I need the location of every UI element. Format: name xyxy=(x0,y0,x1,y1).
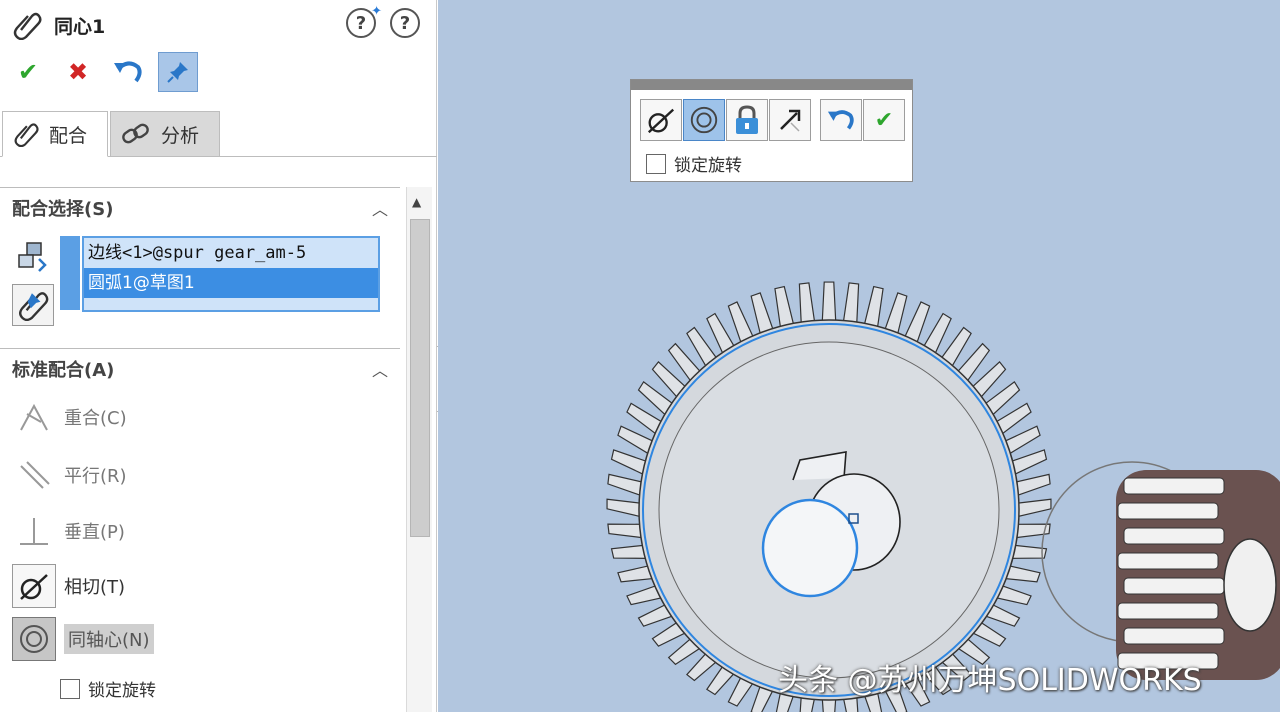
mate-parallel-label: 平行(R) xyxy=(64,466,127,487)
mate-coincident-label: 重合(C) xyxy=(64,408,127,429)
mate-popup-toolbar: ✔ 锁定旋转 xyxy=(630,79,913,182)
small-gear-tooth xyxy=(1123,527,1225,545)
selection-item-edge[interactable]: 边线<1>@spur gear_am-5 xyxy=(84,238,378,268)
concentric-icon xyxy=(690,106,718,134)
mate-perpendicular-label: 垂直(P) xyxy=(64,522,125,543)
gear-tooth xyxy=(606,498,642,518)
concentric-icon xyxy=(12,617,56,661)
lock-rotation-checkbox[interactable] xyxy=(60,678,80,699)
action-buttons: ✔ ✖ xyxy=(8,52,198,92)
popup-lock-button[interactable] xyxy=(726,99,768,141)
section-mate-selections[interactable]: 配合选择(S) ︿ xyxy=(0,187,400,227)
popup-buttons: ✔ xyxy=(640,99,906,141)
gear-tooth xyxy=(1014,473,1051,497)
large-gear xyxy=(606,281,1052,712)
star-icon: ✦ xyxy=(371,4,382,19)
panel-scrollbar[interactable]: ▲ xyxy=(406,187,432,712)
cancel-button[interactable]: ✖ xyxy=(58,52,98,92)
pushpin-icon xyxy=(167,62,188,83)
title-row: 同心1 xyxy=(12,8,105,42)
lock-icon xyxy=(736,105,758,134)
mate-tangent-label: 相切(T) xyxy=(64,577,126,598)
tangent-icon xyxy=(647,108,675,134)
chevron-up-icon[interactable]: ︿ xyxy=(372,357,388,381)
gear-tooth xyxy=(610,449,649,476)
gear-tooth xyxy=(1009,449,1048,476)
gear-tooth xyxy=(607,473,644,497)
small-gear-tooth xyxy=(1123,627,1225,645)
property-manager: 同心1 ? ✦ ? ✔ ✖ 配合 分析 配合选择(S) ︿ 边线<1>@spur… xyxy=(0,0,437,712)
tab-strip: 配合 分析 xyxy=(0,111,437,157)
tab-analysis-label: 分析 xyxy=(161,124,200,147)
watermark-text: 头条 @苏州万坤SOLIDWORKS xyxy=(778,663,1202,698)
gear-tooth xyxy=(821,281,837,323)
ok-button[interactable]: ✔ xyxy=(8,52,48,92)
keep-visible-pin-button[interactable] xyxy=(158,52,198,92)
selection-color-bar xyxy=(60,236,80,310)
small-gear-tooth xyxy=(1117,502,1219,520)
gear-tooth xyxy=(883,292,908,336)
gear-tooth xyxy=(607,523,644,539)
section-standard-mates[interactable]: 标准配合(A) ︿ xyxy=(0,348,400,388)
undo-icon xyxy=(827,110,854,130)
mate-parallel[interactable]: 平行(R) xyxy=(12,452,127,498)
tab-mates-label: 配合 xyxy=(49,124,88,147)
scrollbar-thumb[interactable] xyxy=(410,219,430,537)
perpendicular-icon xyxy=(12,509,56,553)
whats-new-help-icon[interactable]: ? ✦ xyxy=(346,4,382,38)
gear-tooth xyxy=(863,285,884,330)
checkmark-icon: ✔ xyxy=(874,107,894,133)
coincident-icon xyxy=(12,395,56,439)
parallel-icon xyxy=(12,453,56,497)
chevron-up-icon[interactable]: ︿ xyxy=(372,196,388,220)
selection-item-arc[interactable]: 圆弧1@草图1 xyxy=(84,268,378,298)
gear-tooth xyxy=(842,282,860,325)
paperclip-icon xyxy=(14,123,39,147)
selection-tools xyxy=(12,236,54,332)
gear-tooth xyxy=(1016,498,1052,518)
tangent-icon xyxy=(12,564,56,608)
popup-ok-button[interactable]: ✔ xyxy=(863,99,905,141)
mate-perpendicular[interactable]: 垂直(P) xyxy=(12,508,125,554)
small-gear-tooth xyxy=(1123,577,1225,595)
select-swap-button[interactable] xyxy=(12,236,54,278)
scroll-up-icon[interactable]: ▲ xyxy=(412,195,421,209)
feature-title: 同心1 xyxy=(54,15,106,38)
popup-lock-rotation-checkbox[interactable] xyxy=(646,153,666,174)
popup-concentric-button[interactable] xyxy=(683,99,725,141)
lock-rotation-label: 锁定旋转 xyxy=(88,681,156,701)
gear-tooth xyxy=(750,292,775,336)
small-gear xyxy=(1041,461,1280,680)
popup-flip-alignment-button[interactable] xyxy=(769,99,811,141)
paperclip-icon xyxy=(13,12,42,40)
part-swap-icon xyxy=(18,242,47,272)
small-gear-tooth xyxy=(1117,552,1219,570)
popup-tangent-button[interactable] xyxy=(640,99,682,141)
small-gear-tooth xyxy=(1123,477,1225,495)
lock-rotation-option[interactable]: 锁定旋转 xyxy=(60,676,156,701)
undo-button[interactable] xyxy=(108,52,148,92)
popup-title-bar[interactable] xyxy=(631,80,912,90)
tab-analysis[interactable]: 分析 xyxy=(110,111,220,157)
chain-link-icon xyxy=(122,123,149,144)
undo-icon xyxy=(114,61,142,83)
mate-concentric[interactable]: 同轴心(N) xyxy=(12,616,154,662)
small-gear-tooth xyxy=(1117,602,1219,620)
tab-mates[interactable]: 配合 xyxy=(2,111,108,157)
multi-mate-button[interactable] xyxy=(12,284,54,326)
popup-undo-button[interactable] xyxy=(820,99,862,141)
gear-tooth xyxy=(798,282,816,325)
help-icon[interactable]: ? xyxy=(390,8,420,38)
section-mate-selections-label: 配合选择(S) xyxy=(12,198,114,220)
popup-lock-rotation-label: 锁定旋转 xyxy=(674,156,742,176)
mate-tangent[interactable]: 相切(T) xyxy=(12,563,125,609)
popup-lock-rotation-option[interactable]: 锁定旋转 xyxy=(646,151,742,176)
mate-selection-list[interactable]: 边线<1>@spur gear_am-5 圆弧1@草图1 xyxy=(82,236,380,312)
paperclip-pin-icon xyxy=(19,292,49,321)
section-standard-mates-label: 标准配合(A) xyxy=(12,359,115,381)
mate-concentric-label: 同轴心(N) xyxy=(64,624,154,654)
mate-coincident[interactable]: 重合(C) xyxy=(12,394,127,440)
flip-arrow-icon xyxy=(780,109,801,132)
gear-tooth xyxy=(774,285,795,330)
